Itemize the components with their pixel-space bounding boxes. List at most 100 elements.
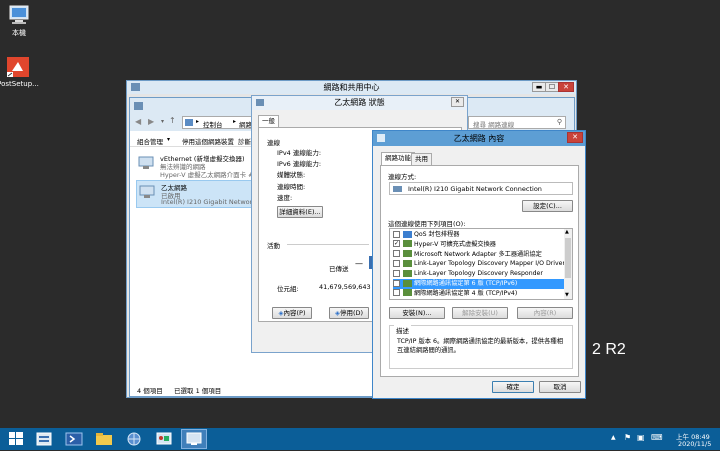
- organize-menu[interactable]: 組合管理: [137, 136, 163, 146]
- scroll-up-icon[interactable]: ▲: [565, 229, 569, 235]
- description-group: 描述 TCP/IP 版本 6。網際網路通訊協定的最新版本，提供各種相互連結網路間…: [389, 325, 573, 369]
- component-checkbox[interactable]: [393, 279, 400, 287]
- up-arrow-icon[interactable]: ↑: [169, 116, 176, 125]
- connection-heading: 連線: [267, 139, 280, 147]
- properties-button[interactable]: 內容(R): [517, 307, 573, 319]
- tab-sharing[interactable]: 共用: [411, 153, 432, 165]
- ok-button[interactable]: 確定: [492, 381, 534, 393]
- vertical-scrollbar[interactable]: ▲ ▼: [564, 229, 572, 299]
- close-button[interactable]: ✕: [558, 82, 574, 92]
- start-button[interactable]: [2, 429, 30, 449]
- activity-divider: [287, 244, 369, 245]
- window-icon: [134, 102, 143, 110]
- ethernet-properties-dialog[interactable]: 乙太網路 內容 ✕ 網路功能 共用 連線方式: Intel(R) I210 Gi…: [372, 130, 586, 399]
- protocol-icon: [403, 289, 412, 297]
- component-item[interactable]: Link-Layer Topology Discovery Mapper I/O…: [393, 259, 565, 269]
- control-panel-icon: [185, 119, 193, 126]
- adapter-device: Hyper-V 虛擬乙太網路介面卡 #: [160, 171, 254, 179]
- adapter-item-selected[interactable]: 乙太網路 已啟用 Intel(R) I210 Gigabit Network C…: [136, 180, 267, 208]
- field-duration: 連線時間:: [277, 183, 306, 191]
- component-label: Link-Layer Topology Discovery Responder: [414, 270, 543, 278]
- component-item[interactable]: 網際網路通訊協定第 6 版 (TCP/IPv6): [393, 279, 565, 289]
- network-icon: [377, 134, 385, 142]
- network-adapter-icon: [393, 186, 402, 192]
- protocol-icon: [403, 279, 412, 287]
- close-button[interactable]: ✕: [451, 97, 464, 107]
- component-item[interactable]: ✓ Hyper-V 可擴充式虛擬交換器: [393, 240, 565, 250]
- file-explorer-icon[interactable]: [91, 429, 117, 449]
- breadcrumb-item[interactable]: 控制台: [203, 119, 223, 129]
- status-titlebar[interactable]: 乙太網路 狀態 ✕: [252, 96, 467, 110]
- server-manager-icon[interactable]: [31, 429, 57, 449]
- component-item[interactable]: Link-Layer Topology Discovery Responder: [393, 269, 565, 279]
- network-icon: [256, 99, 264, 106]
- component-label: 網際網路通訊協定第 4 版 (TCP/IPv4): [414, 289, 518, 297]
- close-button[interactable]: ✕: [567, 132, 583, 143]
- item-count: 4 個項目: [137, 387, 163, 395]
- network-tray-icon[interactable]: ▣: [637, 433, 645, 442]
- selected-count: 已選取 1 個項目: [174, 387, 222, 395]
- details-button[interactable]: 詳細資料(E)...: [277, 206, 323, 218]
- active-window-taskbar-icon[interactable]: [181, 429, 207, 449]
- control-panel-taskbar-icon[interactable]: [151, 429, 177, 449]
- component-item[interactable]: QoS 封包排程器: [393, 230, 565, 240]
- search-icon: ⚲: [556, 118, 562, 126]
- disable-device-button[interactable]: 停用這個網路裝置: [182, 136, 234, 146]
- minimize-button[interactable]: ▬: [532, 82, 546, 92]
- taskbar: ▲ ⚑ ▣ ⌨ 上午 08:49 2020/11/5: [0, 428, 720, 450]
- search-box[interactable]: 搜尋 網路連線 ⚲: [468, 116, 566, 129]
- back-arrow-icon[interactable]: ◀: [135, 117, 141, 126]
- components-list[interactable]: QoS 封包排程器 ✓ Hyper-V 可擴充式虛擬交換器 Microsoft Net…: [389, 228, 573, 300]
- component-label: QoS 封包排程器: [414, 231, 460, 238]
- field-speed: 速度:: [277, 194, 293, 202]
- properties-titlebar[interactable]: 乙太網路 內容 ✕: [373, 131, 585, 146]
- component-checkbox[interactable]: ✓: [393, 240, 400, 248]
- protocol-icon: [403, 259, 412, 267]
- desktop-icon-label: 本機: [12, 29, 26, 37]
- scroll-down-icon[interactable]: ▼: [565, 292, 569, 298]
- network-center-titlebar[interactable]: 網路和共用中心 ▬ ☐ ✕: [127, 81, 576, 94]
- component-item[interactable]: 網際網路通訊協定第 4 版 (TCP/IPv4): [393, 289, 565, 299]
- diagnose-button[interactable]: 診斷: [238, 136, 251, 146]
- tab-networking[interactable]: 網路功能: [381, 152, 415, 165]
- desktop-icon-postsetup[interactable]: PostSetup...: [0, 56, 41, 88]
- network-icon: [131, 83, 140, 91]
- clock-date[interactable]: 2020/11/5: [678, 440, 711, 448]
- protocol-icon: [403, 269, 412, 277]
- component-checkbox[interactable]: [393, 250, 400, 258]
- component-label: Microsoft Network Adapter 多工器通訊協定: [414, 250, 542, 258]
- network-center-taskbar-icon[interactable]: [121, 429, 147, 449]
- install-button[interactable]: 安裝(N)...: [389, 307, 445, 319]
- networking-tab-panel: 連線方式: Intel(R) I210 Gigabit Network Conn…: [380, 165, 579, 377]
- sent-dash: —: [355, 259, 363, 268]
- bytes-sent-value: 41,679,569,643: [319, 283, 371, 291]
- keyboard-tray-icon[interactable]: ⌨: [651, 433, 663, 442]
- component-checkbox[interactable]: [393, 269, 400, 277]
- forward-arrow-icon[interactable]: ▶: [148, 117, 154, 126]
- protocol-icon: [403, 250, 412, 258]
- uninstall-button[interactable]: 解除安裝(U): [452, 307, 508, 319]
- network-adapter-icon: [139, 185, 157, 199]
- configure-button[interactable]: 設定(C)...: [522, 200, 573, 212]
- field-ipv4: IPv4 連線能力:: [277, 149, 322, 157]
- disable-button[interactable]: ◈停用(D): [329, 307, 369, 319]
- adapter-name: Intel(R) I210 Gigabit Network Connection: [408, 185, 542, 193]
- component-checkbox[interactable]: [393, 230, 400, 238]
- component-checkbox[interactable]: [393, 289, 400, 297]
- cancel-button[interactable]: 取消: [539, 381, 581, 393]
- shortcut-app-icon: [6, 56, 30, 78]
- maximize-button[interactable]: ☐: [545, 82, 559, 92]
- tray-chevron-icon[interactable]: ▲: [611, 434, 616, 441]
- recent-chevron-icon[interactable]: ▾: [161, 118, 164, 125]
- flag-icon[interactable]: ⚑: [624, 433, 631, 442]
- powershell-icon[interactable]: [61, 429, 87, 449]
- connect-using-label: 連線方式:: [388, 173, 417, 181]
- component-item[interactable]: Microsoft Network Adapter 多工器通訊協定: [393, 250, 565, 260]
- scrollbar-thumb[interactable]: [565, 238, 571, 278]
- component-checkbox[interactable]: [393, 259, 400, 267]
- desktop-icon-this-pc[interactable]: 本機: [0, 4, 42, 38]
- component-label: Link-Layer Topology Discovery Mapper I/O…: [414, 260, 566, 268]
- properties-button[interactable]: ◈內容(P): [272, 307, 312, 319]
- field-media: 媒體狀態:: [277, 171, 306, 179]
- adapter-item[interactable]: vEthernet (新增虛擬交換器) 無法辨識的網路 Hyper-V 虛擬乙太…: [136, 152, 254, 180]
